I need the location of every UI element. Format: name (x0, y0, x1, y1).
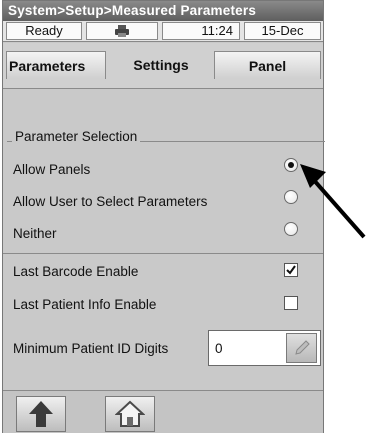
tab-parameters[interactable]: Parameters (6, 51, 106, 79)
status-date: 15-Dec (244, 22, 321, 40)
status-time: 11:24 (162, 22, 240, 40)
min-patient-id-label: Minimum Patient ID Digits (13, 341, 169, 356)
tab-settings[interactable]: Settings (113, 51, 209, 79)
status-bar: Ready 11:24 15-Dec (3, 21, 323, 42)
breadcrumb: System>Setup>Measured Parameters (3, 1, 323, 21)
parameter-selection-legend: Parameter Selection (12, 129, 141, 144)
min-patient-id-value: 0 (215, 341, 223, 356)
option-label-neither: Neither (13, 226, 57, 241)
home-icon (115, 400, 145, 427)
option-label-allow-panels: Allow Panels (13, 162, 91, 177)
tab-bar: Parameters Settings Panel (3, 43, 323, 89)
last-patient-checkbox[interactable] (284, 296, 298, 310)
printer-icon (115, 25, 129, 37)
up-button[interactable] (16, 396, 66, 432)
home-button[interactable] (105, 396, 155, 432)
last-barcode-checkbox[interactable] (284, 263, 298, 277)
last-patient-label: Last Patient Info Enable (13, 297, 157, 312)
pointer-arrow-icon (300, 164, 366, 239)
up-arrow-icon (29, 401, 53, 427)
status-device-cell (86, 22, 158, 40)
tab-panel[interactable]: Panel (214, 51, 321, 79)
section-divider (3, 253, 323, 254)
option-label-allow-user-select: Allow User to Select Parameters (13, 194, 208, 209)
device-screen: System>Setup>Measured Parameters Ready 1… (2, 0, 325, 433)
pencil-icon (294, 340, 310, 355)
checkmark-icon (286, 265, 296, 275)
edit-button[interactable] (286, 333, 317, 363)
last-barcode-label: Last Barcode Enable (13, 264, 139, 279)
status-state: Ready (6, 22, 82, 40)
bottom-toolbar (3, 390, 323, 433)
